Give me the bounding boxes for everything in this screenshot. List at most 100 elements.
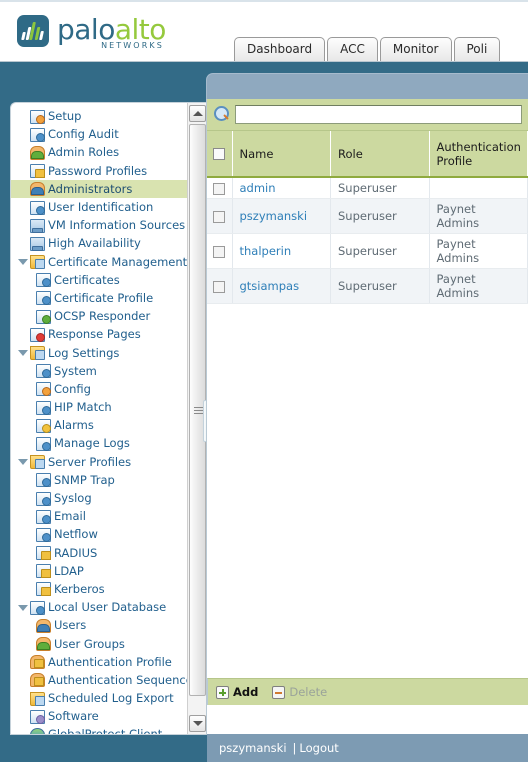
sidebar-item-admin-roles[interactable]: Admin Roles <box>11 143 187 161</box>
admin-name-cell[interactable]: pszymanski <box>232 198 331 234</box>
sidebar-item-certificates[interactable]: Certificates <box>11 271 187 289</box>
row-select-cell[interactable] <box>207 268 233 304</box>
row-checkbox[interactable] <box>213 182 226 195</box>
sidebar-item-label: Authentication Profile <box>48 654 172 669</box>
sidebar-item-user-groups[interactable]: User Groups <box>11 634 187 652</box>
column-header-authentication-profile[interactable]: Authentication Profile <box>429 131 528 178</box>
sidebar-item-config[interactable]: Config <box>11 380 187 398</box>
sidebar-item-log-settings[interactable]: Log Settings <box>11 343 187 361</box>
tab-monitor[interactable]: Monitor <box>379 37 452 61</box>
tree-expander-icon[interactable] <box>17 456 28 467</box>
alarms-icon <box>35 418 51 433</box>
sidebar-item-label: System <box>54 363 97 378</box>
sidebar-item-label: VM Information Sources <box>48 218 186 233</box>
tab-acc[interactable]: ACC <box>327 37 378 61</box>
vm-information-sources-icon <box>29 218 45 233</box>
row-checkbox[interactable] <box>213 280 226 293</box>
sidebar-item-password-profiles[interactable]: Password Profiles <box>11 162 187 180</box>
password-profiles-icon <box>29 163 45 179</box>
sidebar-item-label: Password Profiles <box>48 163 148 178</box>
sidebar-item-netflow[interactable]: Netflow <box>11 525 187 543</box>
select-all-checkbox[interactable] <box>213 148 226 160</box>
tree-expander-icon[interactable] <box>17 602 28 613</box>
row-select-cell[interactable] <box>207 233 233 269</box>
admin-name-cell[interactable]: admin <box>232 177 331 199</box>
hip-match-log-icon <box>35 400 51 415</box>
sidebar-item-snmp-trap[interactable]: SNMP Trap <box>11 471 187 489</box>
top-header-bar: paloalto NETWORKS Dashboard ACC Monitor … <box>0 0 528 62</box>
sidebar-item-authentication-profile[interactable]: Authentication Profile <box>11 653 187 671</box>
add-button[interactable]: Add <box>216 685 258 699</box>
email-icon <box>35 509 51 524</box>
row-select-cell[interactable] <box>207 177 233 199</box>
sidebar-item-ocsp-responder[interactable]: OCSP Responder <box>11 307 187 325</box>
log-settings-folder-icon <box>29 345 45 361</box>
sidebar-item-hip-match[interactable]: HIP Match <box>11 398 187 416</box>
sidebar-item-config-audit[interactable]: Config Audit <box>11 125 187 143</box>
sidebar-item-label: SNMP Trap <box>54 472 115 487</box>
sidebar-item-manage-logs[interactable]: Manage Logs <box>11 434 187 452</box>
sidebar-item-label: HIP Match <box>54 400 112 415</box>
sidebar-item-label: Response Pages <box>48 327 141 342</box>
sidebar-item-label: LDAP <box>54 563 84 578</box>
admin-name-cell[interactable]: gtsiampas <box>232 268 331 304</box>
sidebar-item-setup[interactable]: Setup <box>11 107 187 125</box>
tab-policies[interactable]: Poli <box>453 37 501 61</box>
sidebar-item-label: Users <box>54 618 87 633</box>
sidebar-item-label: Admin Roles <box>48 145 120 160</box>
sidebar-item-administrators[interactable]: Administrators <box>11 179 187 198</box>
admin-name-cell[interactable]: thalperin <box>232 233 331 269</box>
user-identification-icon <box>29 200 45 215</box>
sidebar-item-software[interactable]: Software <box>11 707 187 725</box>
sidebar-item-local-user-database[interactable]: Local User Database <box>11 598 187 616</box>
table-row[interactable]: pszymanski Superuser Paynet Admins <box>207 198 528 234</box>
sidebar-item-syslog[interactable]: Syslog <box>11 489 187 507</box>
sidebar-item-kerberos[interactable]: Kerberos <box>11 580 187 598</box>
admin-roles-icon <box>29 145 45 160</box>
tree-expander-icon[interactable] <box>17 347 28 358</box>
sidebar-item-server-profiles[interactable]: Server Profiles <box>11 453 187 471</box>
sidebar-item-radius[interactable]: RADIUS <box>11 544 187 562</box>
sidebar-item-vm-information-sources[interactable]: VM Information Sources <box>11 216 187 234</box>
sidebar-item-ldap[interactable]: LDAP <box>11 562 187 580</box>
select-all-header[interactable] <box>207 131 233 178</box>
sidebar-item-certificate-profile[interactable]: Certificate Profile <box>11 289 187 307</box>
scroll-down-button[interactable] <box>189 715 206 732</box>
delete-button[interactable]: Delete <box>272 685 327 699</box>
authentication-profile-icon <box>29 654 45 670</box>
sidebar-item-system[interactable]: System <box>11 362 187 380</box>
column-header-role[interactable]: Role <box>330 131 430 178</box>
sidebar-item-certificate-management[interactable]: Certificate Management <box>11 253 187 271</box>
row-checkbox[interactable] <box>213 210 226 223</box>
sidebar-item-high-availability[interactable]: High Availability <box>11 234 187 252</box>
sidebar-item-label: User Groups <box>54 636 125 651</box>
sidebar-item-response-pages[interactable]: Response Pages <box>11 325 187 343</box>
logout-link[interactable]: Logout <box>299 741 338 755</box>
sidebar-item-user-identification[interactable]: User Identification <box>11 198 187 216</box>
role-cell: Superuser <box>330 177 430 199</box>
table-row[interactable]: thalperin Superuser Paynet Admins <box>207 233 528 269</box>
palo-alto-logo-mark-icon <box>17 15 49 47</box>
sidebar-item-label: Email <box>54 509 86 524</box>
authentication-profile-cell <box>429 177 528 199</box>
row-select-cell[interactable] <box>207 198 233 234</box>
sidebar-item-authentication-sequence[interactable]: Authentication Sequence <box>11 671 187 689</box>
column-header-name[interactable]: Name <box>232 131 331 178</box>
table-row[interactable]: gtsiampas Superuser Paynet Admins <box>207 268 528 304</box>
config-audit-icon <box>29 127 45 142</box>
role-cell: Superuser <box>330 233 430 269</box>
tree-expander-icon[interactable] <box>17 256 28 267</box>
sidebar-item-globalprotect-client[interactable]: GlobalProtect Client <box>11 725 187 734</box>
response-pages-icon <box>29 327 45 342</box>
logo-wordmark: paloalto NETWORKS <box>57 15 166 50</box>
search-input[interactable] <box>235 105 522 124</box>
scroll-up-button[interactable] <box>189 105 206 122</box>
sidebar-item-email[interactable]: Email <box>11 507 187 525</box>
sidebar-item-alarms[interactable]: Alarms <box>11 416 187 434</box>
row-checkbox[interactable] <box>213 245 226 258</box>
table-body: admin Superuser pszymanski Superuser Paynet … <box>207 177 528 304</box>
sidebar-item-users[interactable]: Users <box>11 616 187 634</box>
tab-dashboard[interactable]: Dashboard <box>234 37 326 61</box>
table-row[interactable]: admin Superuser <box>207 177 528 199</box>
sidebar-item-scheduled-log-export[interactable]: Scheduled Log Export <box>11 689 187 707</box>
